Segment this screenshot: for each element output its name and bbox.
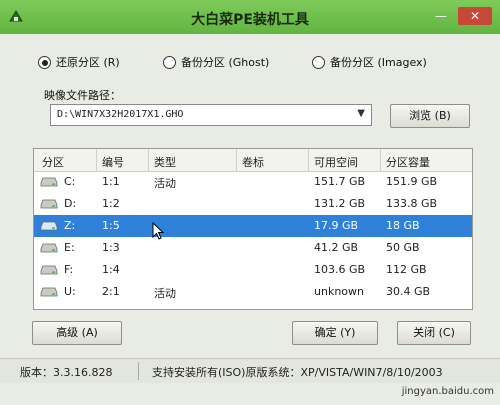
supported-systems-text: 支持安装所有(ISO)原版系统：XP/VISTA/WIN7/8/10/2003 bbox=[152, 366, 443, 379]
image-path-select[interactable]: D:\WIN7X32H2017X1.GHO ▼ bbox=[50, 104, 372, 126]
hard-drive-icon bbox=[40, 287, 58, 297]
cell-free: 17.9 GB bbox=[314, 219, 359, 232]
ok-button[interactable]: 确定 (Y) bbox=[292, 321, 378, 345]
watermark-text: jingyan.baidu.com bbox=[401, 386, 494, 397]
column-divider[interactable] bbox=[380, 149, 381, 171]
cell-id: 2:1 bbox=[102, 285, 120, 298]
hard-drive-icon bbox=[40, 177, 58, 187]
image-path-value: D:\WIN7X32H2017X1.GHO bbox=[57, 109, 184, 120]
column-header[interactable]: 卷标 bbox=[242, 154, 264, 170]
mode-restore-label: 还原分区 (R) bbox=[56, 56, 120, 69]
window-title: 大白菜PE装机工具 bbox=[191, 12, 309, 28]
mouse-cursor-icon bbox=[152, 222, 165, 240]
hard-drive-icon bbox=[40, 199, 58, 209]
column-header[interactable]: 编号 bbox=[102, 154, 124, 170]
mode-backup-ghost-label: 备份分区 (Ghost) bbox=[181, 56, 270, 69]
cell-drive: F: bbox=[64, 263, 74, 276]
cell-id: 1:5 bbox=[102, 219, 120, 232]
cell-type: 活动 bbox=[154, 287, 176, 300]
partition-table: 分区 编号 类型 卷标 可用空间 分区容量 C: 1:1 活动 151.7 GB 151… bbox=[33, 148, 473, 310]
hard-drive-icon bbox=[40, 265, 58, 275]
cell-size: 30.4 GB bbox=[386, 285, 431, 298]
radio-backup-ghost[interactable] bbox=[163, 56, 176, 69]
cell-drive: Z: bbox=[64, 219, 76, 232]
close-window-button[interactable]: ✕ bbox=[458, 7, 492, 25]
column-divider[interactable] bbox=[308, 149, 309, 171]
table-row[interactable]: U: 2:1 活动 unknown 30.4 GB bbox=[34, 281, 472, 303]
table-row[interactable]: C: 1:1 活动 151.7 GB 151.9 GB bbox=[34, 171, 472, 193]
minimize-button[interactable]: — bbox=[432, 7, 450, 25]
browse-button[interactable]: 浏览 (B) bbox=[390, 104, 470, 128]
cell-drive: C: bbox=[64, 175, 76, 188]
cell-size: 112 GB bbox=[386, 263, 427, 276]
cell-size: 133.8 GB bbox=[386, 197, 438, 210]
cell-free: 41.2 GB bbox=[314, 241, 359, 254]
image-path-label: 映像文件路径： bbox=[44, 89, 121, 102]
advanced-button[interactable]: 高级 (A) bbox=[32, 321, 122, 345]
close-button[interactable]: 关闭 (C) bbox=[397, 321, 471, 345]
installer-window: 大白菜PE装机工具 — ✕ 还原分区 (R) 备份分区 (Ghost) 备份分区… bbox=[0, 0, 500, 405]
column-header[interactable]: 可用空间 bbox=[314, 154, 358, 170]
version-text: 版本：3.3.16.828 bbox=[20, 366, 113, 379]
column-divider[interactable] bbox=[236, 149, 237, 171]
cell-free: 151.7 GB bbox=[314, 175, 366, 188]
cell-size: 151.9 GB bbox=[386, 175, 438, 188]
title-bar[interactable]: 大白菜PE装机工具 — ✕ bbox=[0, 0, 500, 34]
cell-id: 1:3 bbox=[102, 241, 120, 254]
cell-drive: D: bbox=[64, 197, 77, 210]
column-header[interactable]: 分区容量 bbox=[386, 154, 430, 170]
cell-id: 1:2 bbox=[102, 197, 120, 210]
chevron-down-icon[interactable]: ▼ bbox=[357, 108, 365, 119]
mode-backup-imagex-label: 备份分区 (Imagex) bbox=[330, 56, 427, 69]
table-row[interactable]: D: 1:2 131.2 GB 133.8 GB bbox=[34, 193, 472, 215]
cell-free: unknown bbox=[314, 285, 364, 298]
cell-drive: U: bbox=[64, 285, 76, 298]
table-header: 分区 编号 类型 卷标 可用空间 分区容量 bbox=[34, 149, 472, 172]
hard-drive-icon bbox=[40, 221, 58, 231]
table-row[interactable]: F: 1:4 103.6 GB 112 GB bbox=[34, 259, 472, 281]
status-divider bbox=[138, 362, 139, 380]
column-divider[interactable] bbox=[96, 149, 97, 171]
radio-restore[interactable] bbox=[38, 56, 51, 69]
cell-free: 103.6 GB bbox=[314, 263, 366, 276]
column-divider[interactable] bbox=[148, 149, 149, 171]
table-row[interactable]: E: 1:3 41.2 GB 50 GB bbox=[34, 237, 472, 259]
column-header[interactable]: 分区 bbox=[42, 154, 64, 170]
cell-id: 1:1 bbox=[102, 175, 120, 188]
cell-size: 18 GB bbox=[386, 219, 420, 232]
hard-drive-icon bbox=[40, 243, 58, 253]
radio-backup-imagex[interactable] bbox=[312, 56, 325, 69]
cell-type: 活动 bbox=[154, 177, 176, 190]
cell-drive: E: bbox=[64, 241, 75, 254]
cell-id: 1:4 bbox=[102, 263, 120, 276]
cell-size: 50 GB bbox=[386, 241, 420, 254]
status-bar: 版本：3.3.16.828 支持安装所有(ISO)原版系统：XP/VISTA/W… bbox=[0, 358, 500, 383]
column-header[interactable]: 类型 bbox=[154, 154, 176, 170]
cell-free: 131.2 GB bbox=[314, 197, 366, 210]
table-row[interactable]: Z: 1:5 17.9 GB 18 GB bbox=[34, 215, 472, 237]
